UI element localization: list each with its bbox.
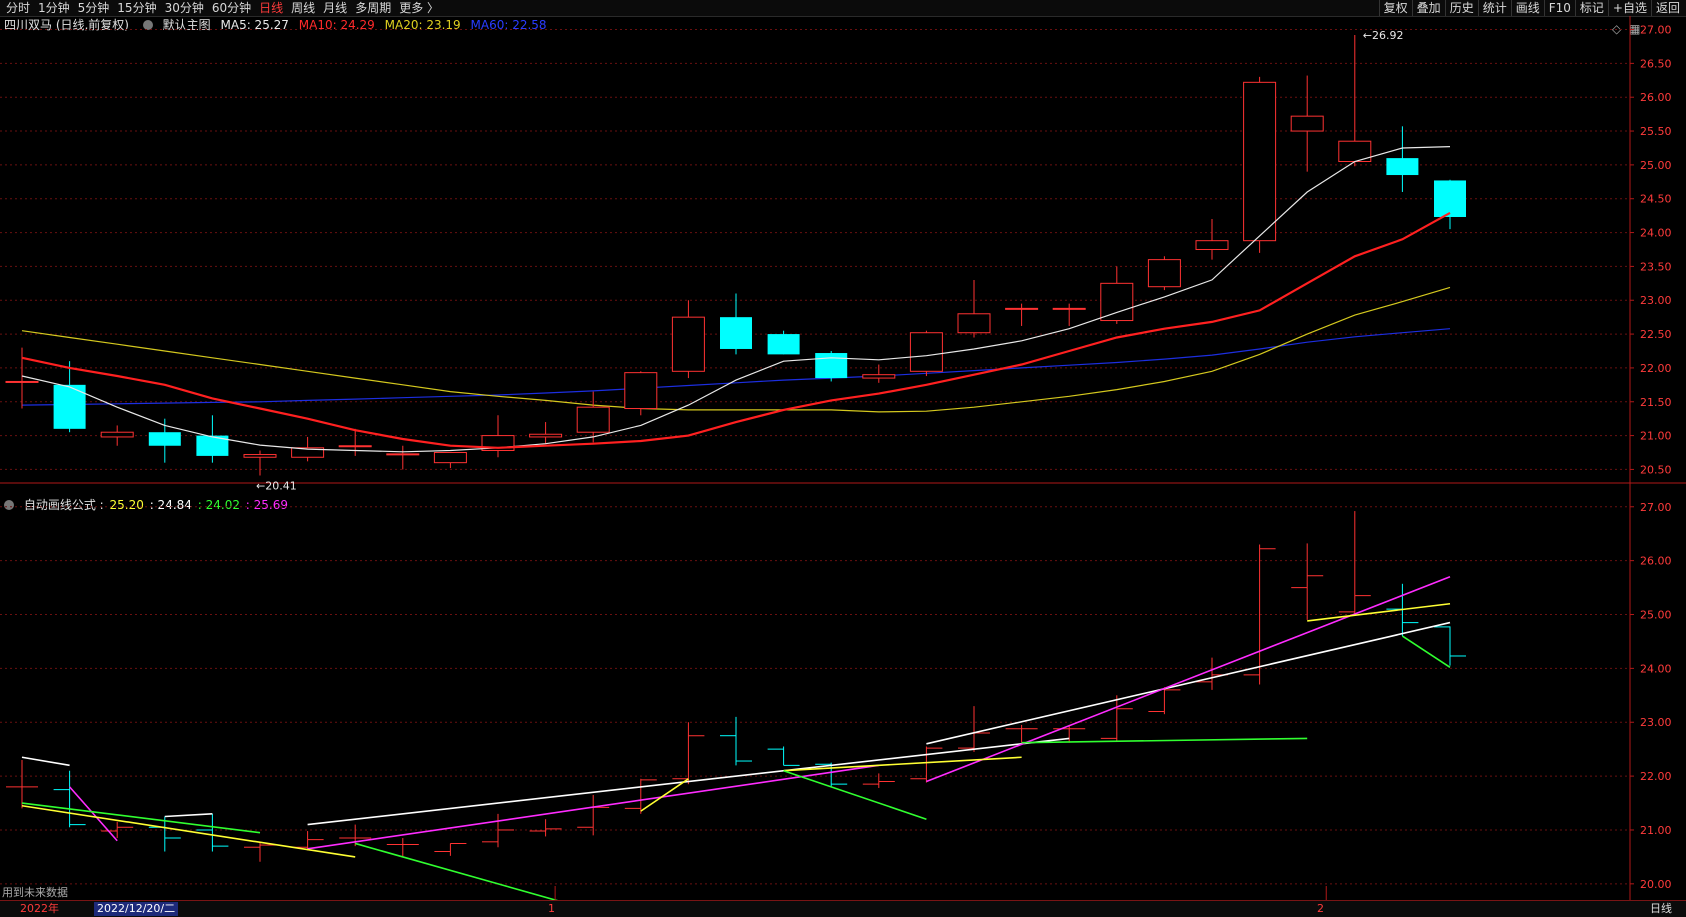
candle-body-up <box>386 453 420 456</box>
main-y-tick-label: 21.50 <box>1640 396 1672 409</box>
main-y-tick-label: 21.00 <box>1640 430 1672 443</box>
tool-button-7[interactable]: +自选 <box>1607 0 1651 16</box>
tab-9[interactable]: 多周期 <box>351 0 395 16</box>
tab-8[interactable]: 月线 <box>319 0 351 16</box>
candle-body-up <box>529 433 563 438</box>
candle-body-down <box>1386 158 1419 176</box>
tool-button-4[interactable]: 画线 <box>1510 0 1544 16</box>
sub-y-tick-label: 25.00 <box>1640 609 1672 622</box>
period-tabs: 分时 1分钟 5分钟 15分钟 30分钟 60分钟 日线 周线 月线 多周期 更多 〉 <box>2 0 443 16</box>
candle-body-down <box>767 334 800 355</box>
candle-body-up <box>1100 282 1134 322</box>
tab-7[interactable]: 周线 <box>287 0 319 16</box>
sub-y-tick-label: 23.00 <box>1640 716 1672 729</box>
tool-button-6[interactable]: 标记 <box>1574 0 1608 16</box>
candle-body-down <box>815 353 848 379</box>
main-y-tick-label: 26.00 <box>1640 91 1672 104</box>
candle-body-up <box>433 452 467 464</box>
period-toolbar: 分时 1分钟 5分钟 15分钟 30分钟 60分钟 日线 周线 月线 多周期 更多 〉 复权 叠加 历史… <box>0 0 1686 17</box>
candle-body-up <box>576 406 610 433</box>
tool-buttons: 复权 叠加 历史 统计 画线 F10 标记 +自选 返回 <box>1378 0 1684 16</box>
cursor-date: 2022/12/20/二 <box>94 902 179 916</box>
trend-line-yellow <box>1307 602 1451 622</box>
trend-line-green <box>354 842 559 900</box>
month-tick-2: 2 <box>1317 902 1324 915</box>
date-axis: 2022年 2022/12/20/二 1 2 日线 <box>0 900 1686 917</box>
main-y-tick-label: 24.50 <box>1640 193 1672 206</box>
candle-body-down <box>1434 180 1466 217</box>
year-label: 2022年 <box>20 902 59 915</box>
main-y-tick-label: 27.00 <box>1640 24 1672 37</box>
tab-6[interactable]: 日线 <box>255 0 287 16</box>
low-annotation: ←20.41 <box>256 480 297 493</box>
candle-body-up <box>243 454 277 458</box>
candle-body-up <box>624 372 658 410</box>
month-tick-1: 1 <box>548 902 555 915</box>
tool-button-8[interactable]: 返回 <box>1650 0 1684 16</box>
main-y-tick-label: 24.00 <box>1640 227 1672 240</box>
candle-body-up <box>909 332 943 372</box>
kline-chart[interactable]: 27.00 26.50 26.00 25.50 25.00 24.50 24.00 23.50… <box>0 16 1686 900</box>
main-y-tick-label: 25.00 <box>1640 159 1672 172</box>
main-y-tick-label: 25.50 <box>1640 125 1672 138</box>
tool-button-2[interactable]: 历史 <box>1444 0 1478 16</box>
tool-button-1[interactable]: 叠加 <box>1411 0 1445 16</box>
main-y-tick-label: 22.50 <box>1640 328 1672 341</box>
tab-4[interactable]: 30分钟 <box>161 0 208 16</box>
trend-line-white <box>926 621 1451 745</box>
future-data-note: 用到未来数据 <box>2 886 68 899</box>
tool-button-3[interactable]: 统计 <box>1477 0 1511 16</box>
sub-y-tick-label: 24.00 <box>1640 662 1672 675</box>
candle-body-up <box>100 431 134 438</box>
main-y-tick-label: 23.50 <box>1640 260 1672 273</box>
trend-line-green <box>21 802 261 834</box>
tab-5[interactable]: 60分钟 <box>208 0 255 16</box>
candle-body-up <box>1005 307 1039 310</box>
period-button[interactable]: 日线 <box>1650 901 1672 917</box>
high-annotation: ←26.92 <box>1363 29 1404 42</box>
tab-2[interactable]: 5分钟 <box>74 0 114 16</box>
tab-10[interactable]: 更多 〉 <box>395 0 443 16</box>
candle-body-up <box>1147 259 1181 288</box>
sub-y-tick-label: 22.00 <box>1640 770 1672 783</box>
candle-body-up <box>1195 240 1229 250</box>
trend-line-white <box>21 756 70 767</box>
candle-body-up <box>5 380 39 383</box>
sub-y-tick-label: 26.00 <box>1640 555 1672 568</box>
tool-button-0[interactable]: 复权 <box>1378 0 1412 16</box>
trend-line-magenta <box>307 764 879 850</box>
candle-body-up <box>671 316 705 372</box>
trend-line-magenta <box>926 576 1451 783</box>
candle-body-up <box>1290 115 1324 132</box>
main-y-tick-label: 23.00 <box>1640 294 1672 307</box>
candle-body-up <box>957 313 991 334</box>
tab-0[interactable]: 分时 <box>2 0 34 16</box>
sub-y-tick-label: 27.00 <box>1640 501 1672 514</box>
trend-line-green <box>783 769 927 820</box>
candle-body-up <box>338 445 372 448</box>
candle-body-down <box>720 317 752 349</box>
candle-body-up <box>862 374 896 379</box>
tab-3[interactable]: 15分钟 <box>113 0 160 16</box>
sub-y-tick-label: 21.00 <box>1640 824 1672 837</box>
trend-line-green <box>1401 635 1451 668</box>
tool-button-5[interactable]: F10 <box>1543 0 1575 16</box>
main-y-tick-label: 22.00 <box>1640 362 1672 375</box>
tab-1[interactable]: 1分钟 <box>34 0 74 16</box>
candle-body-up <box>1052 307 1086 310</box>
candle-body-down <box>148 432 181 446</box>
trend-line-white <box>164 813 213 818</box>
main-y-tick-label: 26.50 <box>1640 57 1672 70</box>
main-y-tick-label: 20.50 <box>1640 463 1672 476</box>
sub-y-tick-label: 20.00 <box>1640 878 1672 891</box>
trend-line-yellow <box>21 804 356 858</box>
candle-body-up <box>1243 81 1277 242</box>
